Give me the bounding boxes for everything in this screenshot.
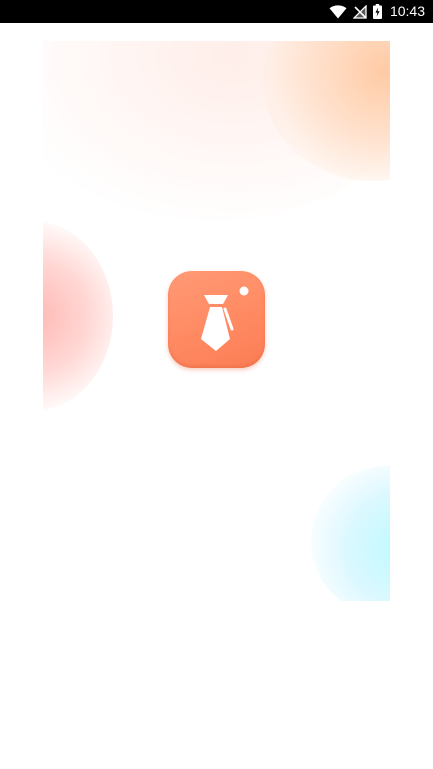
pink-blob — [43, 221, 113, 411]
splash-screen: 10:43 — [0, 0, 433, 769]
necktie-icon — [201, 286, 249, 351]
no-signal-icon — [352, 4, 367, 19]
battery-charging-icon — [372, 4, 382, 19]
peach-blob — [263, 41, 390, 181]
cyan-blob — [311, 466, 390, 601]
status-time: 10:43 — [389, 3, 425, 19]
status-icons: 10:43 — [329, 0, 425, 23]
background-wash — [43, 41, 390, 221]
app-logo — [168, 271, 265, 368]
wifi-icon — [329, 4, 347, 19]
status-bar: 10:43 — [0, 0, 433, 23]
